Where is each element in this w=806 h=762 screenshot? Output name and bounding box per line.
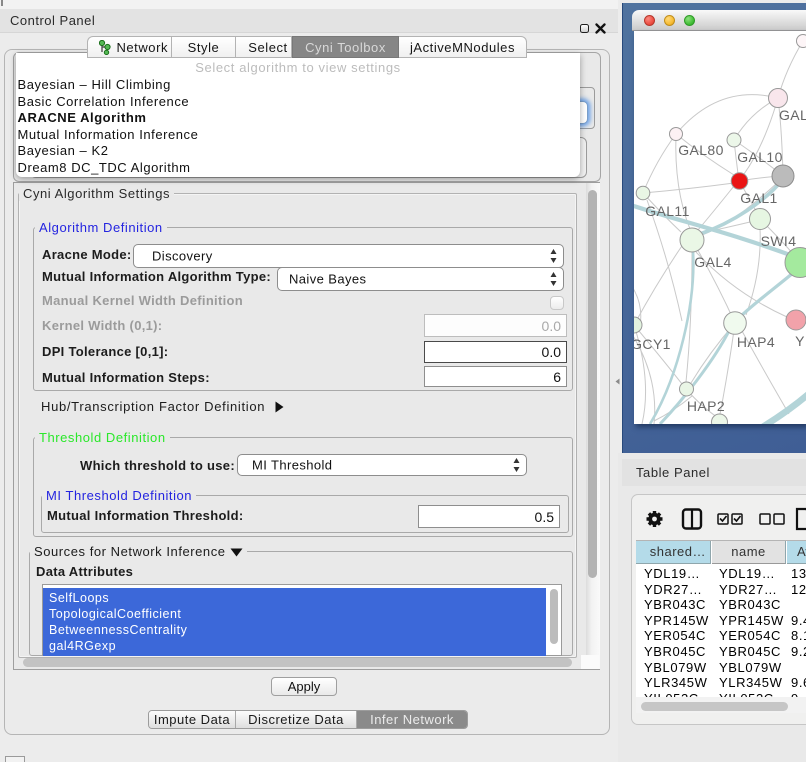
svg-text:GAL10: GAL10 [737,149,783,165]
svg-text:GAL7: GAL7 [779,107,806,123]
svg-text:GAL1: GAL1 [740,190,777,206]
svg-text:GAL4: GAL4 [694,254,731,270]
svg-text:HAP2: HAP2 [687,398,725,414]
svg-text:GAL80: GAL80 [678,142,724,158]
svg-text:SWI4: SWI4 [761,233,797,249]
svg-text:GAL11: GAL11 [645,203,690,219]
svg-text:Y: Y [795,333,805,349]
svg-text:HAP4: HAP4 [737,334,775,350]
svg-text:GCY1: GCY1 [634,336,671,352]
